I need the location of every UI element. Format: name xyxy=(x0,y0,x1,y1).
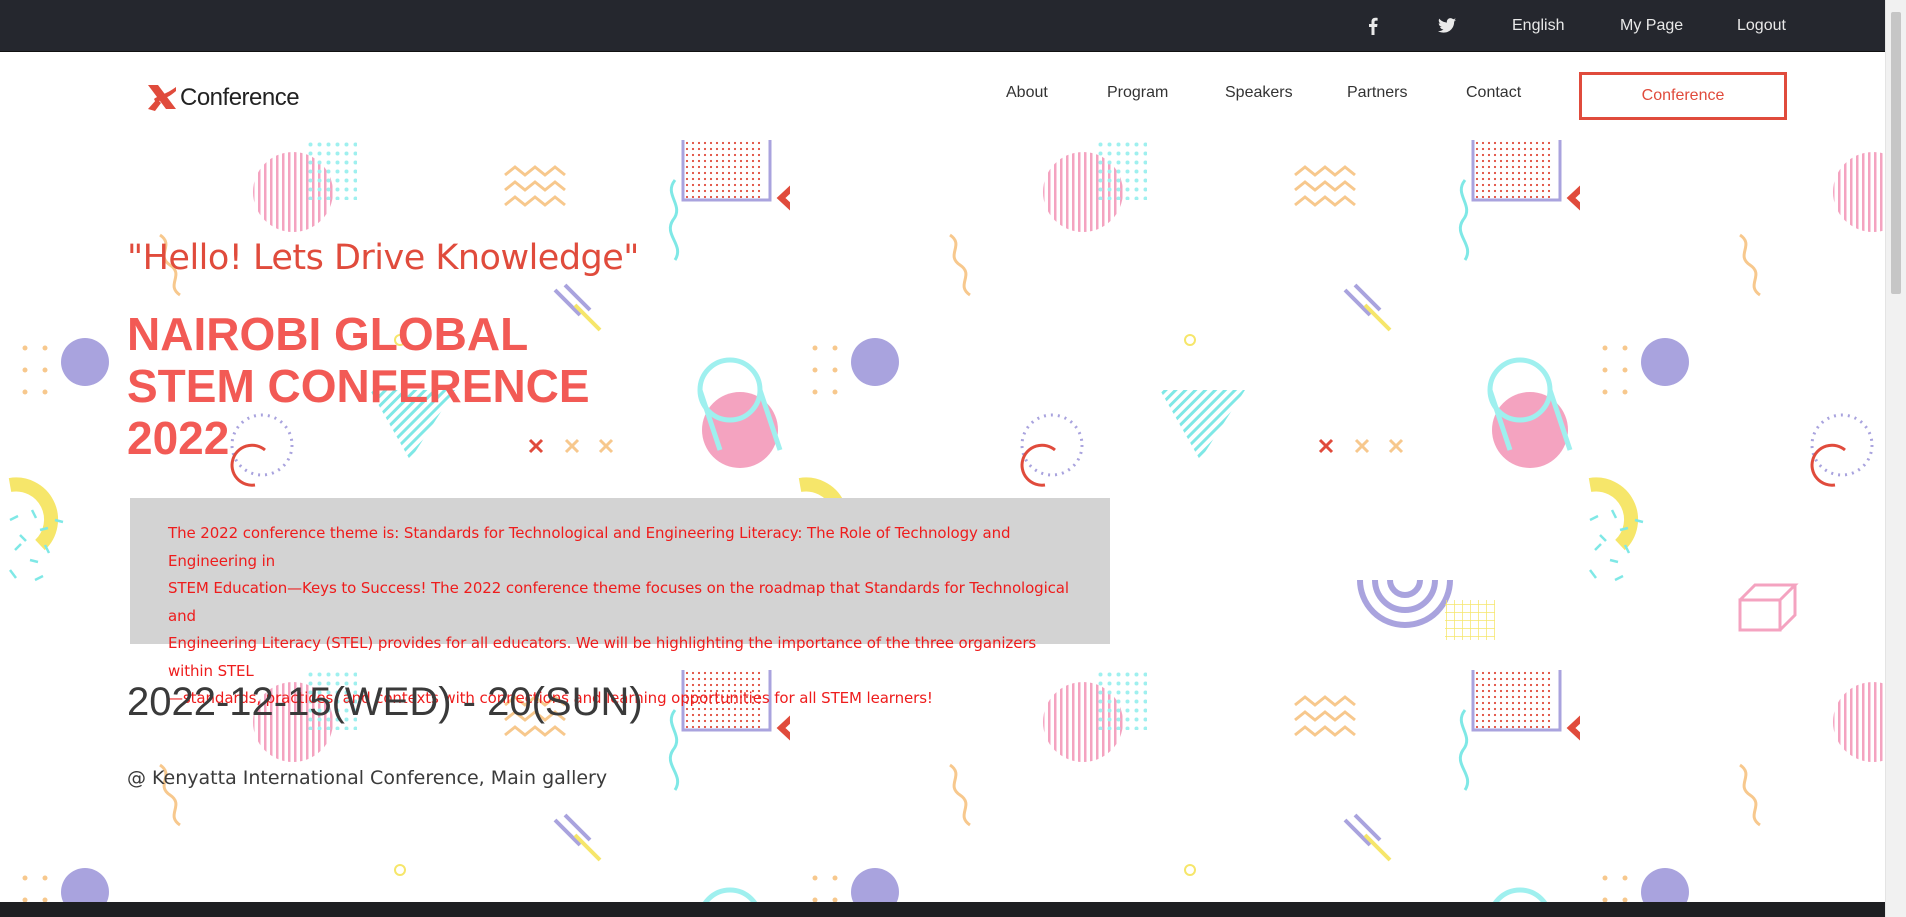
theme-line-2: STEM Education—Keys to Success! The 2022… xyxy=(168,579,1069,625)
conference-button[interactable]: Conference xyxy=(1579,72,1787,120)
theme-line-1: The 2022 conference theme is: Standards … xyxy=(168,524,1011,570)
bottom-strip xyxy=(0,902,1885,917)
logo[interactable]: Conference xyxy=(145,80,300,116)
page-scrollbar[interactable] xyxy=(1885,0,1906,917)
nav-program[interactable]: Program xyxy=(1107,84,1168,102)
theme-box: The 2022 conference theme is: Standards … xyxy=(130,498,1110,707)
mypage-link[interactable]: My Page xyxy=(1620,0,1683,52)
theme-line-3: Engineering Literacy (STEL) provides for… xyxy=(168,634,1037,680)
twitter-icon[interactable] xyxy=(1438,0,1456,52)
main-nav: Conference About Program Speakers Partne… xyxy=(0,52,1885,140)
logo-text: Conference xyxy=(180,84,300,111)
top-bar: English My Page Logout xyxy=(0,0,1885,52)
nav-about[interactable]: About xyxy=(1006,84,1048,102)
nav-partners[interactable]: Partners xyxy=(1347,84,1407,102)
title-line-3: 2022 xyxy=(127,412,230,464)
nav-contact[interactable]: Contact xyxy=(1466,84,1521,102)
language-link[interactable]: English xyxy=(1512,0,1564,52)
event-venue: @ Kenyatta International Conference, Mai… xyxy=(127,767,608,789)
title-line-2: STEM CONFERENCE xyxy=(127,360,590,412)
facebook-icon[interactable] xyxy=(1368,0,1378,52)
conference-title: NAIROBI GLOBAL STEM CONFERENCE 2022 xyxy=(127,308,647,464)
hero-section: "Hello! Lets Drive Knowledge" NAIROBI GL… xyxy=(0,140,1885,902)
scrollbar-thumb[interactable] xyxy=(1891,12,1901,294)
title-line-1: NAIROBI GLOBAL xyxy=(127,308,529,360)
event-date: 2022-12-15(WED) - 20(SUN) xyxy=(127,680,643,724)
logo-mark-icon xyxy=(148,85,176,111)
logout-link[interactable]: Logout xyxy=(1737,0,1786,52)
tagline: "Hello! Lets Drive Knowledge" xyxy=(127,238,639,278)
nav-speakers[interactable]: Speakers xyxy=(1225,84,1293,102)
